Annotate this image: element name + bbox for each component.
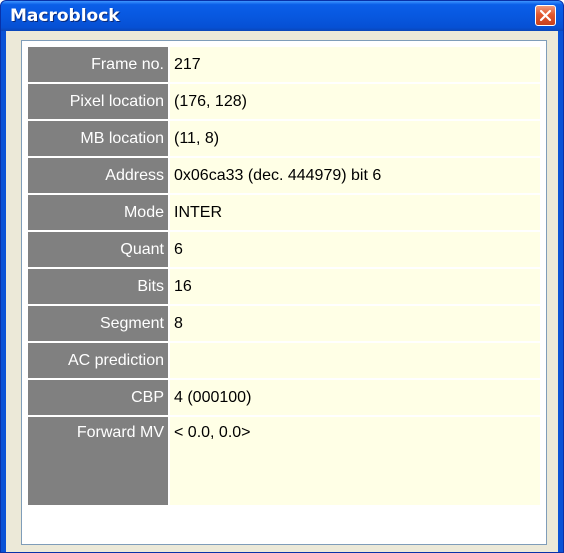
row-ac-prediction: AC prediction [28,343,540,378]
label-ac-prediction: AC prediction [28,343,168,378]
label-segment: Segment [28,306,168,341]
row-mode: Mode INTER [28,195,540,230]
row-bits: Bits 16 [28,269,540,304]
macroblock-window: Macroblock Frame no. 217 Pixel location … [0,0,564,553]
row-frame-no: Frame no. 217 [28,47,540,82]
properties-panel: Frame no. 217 Pixel location (176, 128) … [21,40,547,545]
row-address: Address 0x06ca33 (dec. 444979) bit 6 [28,158,540,193]
row-mb-location: MB location (11, 8) [28,121,540,156]
label-cbp: CBP [28,380,168,415]
row-quant: Quant 6 [28,232,540,267]
label-quant: Quant [28,232,168,267]
close-button[interactable] [535,5,556,26]
value-pixel-location: (176, 128) [170,84,540,119]
label-pixel-location: Pixel location [28,84,168,119]
value-segment: 8 [170,306,540,341]
value-mb-location: (11, 8) [170,121,540,156]
window-title: Macroblock [10,6,120,26]
value-quant: 6 [170,232,540,267]
value-ac-prediction [170,343,540,378]
value-bits: 16 [170,269,540,304]
value-frame-no: 217 [170,47,540,82]
value-forward-mv: < 0.0, 0.0> [170,417,540,505]
row-cbp: CBP 4 (000100) [28,380,540,415]
value-address: 0x06ca33 (dec. 444979) bit 6 [170,158,540,193]
label-address: Address [28,158,168,193]
value-cbp: 4 (000100) [170,380,540,415]
label-mode: Mode [28,195,168,230]
value-mode: INTER [170,195,540,230]
row-segment: Segment 8 [28,306,540,341]
label-bits: Bits [28,269,168,304]
close-icon [539,9,552,22]
title-bar[interactable]: Macroblock [1,1,563,31]
label-forward-mv: Forward MV [28,417,168,505]
label-frame-no: Frame no. [28,47,168,82]
row-forward-mv: Forward MV < 0.0, 0.0> [28,417,540,505]
row-pixel-location: Pixel location (176, 128) [28,84,540,119]
label-mb-location: MB location [28,121,168,156]
